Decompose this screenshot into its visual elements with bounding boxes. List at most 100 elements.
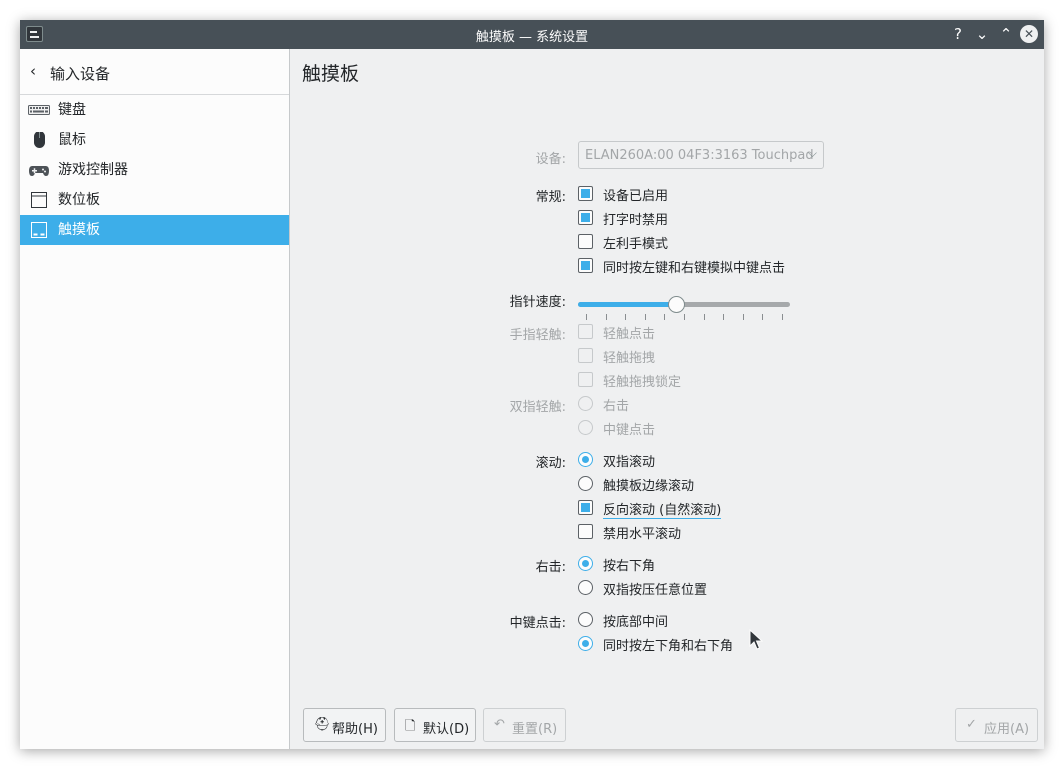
settings-window: 触摸板 — 系统设置 ? ⌄ ⌃ ✕ ‹ 输入设备 键盘 鼠标 游戏控制器 数位… <box>20 20 1044 749</box>
chevron-left-icon[interactable]: ‹ <box>30 62 36 80</box>
device-label: 设备: <box>535 152 566 167</box>
sidebar-item-label: 鼠标 <box>58 132 86 148</box>
sidebar-item-mouse[interactable]: 鼠标 <box>20 125 289 155</box>
reset-button[interactable]: ↶ 重置(R) <box>483 708 566 742</box>
sidebar-item-label: 触摸板 <box>58 222 100 238</box>
radio-circle[interactable] <box>578 476 593 491</box>
defaults-button[interactable]: 🗋 默认(D) <box>394 708 476 742</box>
help-dialog-button[interactable]: ⛑ 帮助(H) <box>303 708 386 742</box>
option-label: 双指按压任意位置 <box>603 583 708 598</box>
slider-handle[interactable] <box>668 296 685 313</box>
page-title: 触摸板 <box>302 63 360 85</box>
undo-icon: ↶ <box>494 717 505 732</box>
checkbox-box <box>578 372 593 387</box>
keyboard-icon <box>28 105 50 115</box>
checkmark-icon: ✓ <box>966 717 977 732</box>
minimize-button[interactable]: ⌄ <box>972 24 992 44</box>
option-label: 左利手模式 <box>603 237 669 252</box>
drawing-tablet-icon <box>31 192 47 208</box>
option-label: 同时按左下角和右下角 <box>603 639 734 654</box>
radio-circle[interactable] <box>578 612 593 627</box>
device-select[interactable]: ELAN260A:00 04F3:3163 Touchpad ⌵ <box>578 141 824 169</box>
sidebar-item-label: 游戏控制器 <box>58 162 128 178</box>
slider-tick <box>586 314 587 320</box>
sidebar-item-tablet[interactable]: 数位板 <box>20 185 289 215</box>
checkbox-box <box>578 348 593 363</box>
checkbox-box[interactable] <box>578 234 593 249</box>
option-label: 触摸板边缘滚动 <box>603 479 695 494</box>
mouse-icon <box>34 132 45 148</box>
button-label: 默认(D) <box>423 722 470 737</box>
button-label: 帮助(H) <box>332 722 378 737</box>
slider-tick <box>645 314 646 320</box>
sidebar: ‹ 输入设备 键盘 鼠标 游戏控制器 数位板 触摸板 <box>20 49 290 749</box>
slider-tick <box>723 314 724 320</box>
mouse-cursor-icon <box>749 629 763 650</box>
sidebar-item-label: 数位板 <box>58 192 100 208</box>
button-label: 应用(A) <box>984 722 1030 737</box>
checkbox-box[interactable] <box>578 210 593 225</box>
radio-circle[interactable] <box>578 556 593 571</box>
sidebar-item-keyboard[interactable]: 键盘 <box>20 95 289 125</box>
right-click-label: 右击: <box>535 560 566 575</box>
sidebar-item-game-controller[interactable]: 游戏控制器 <box>20 155 289 185</box>
finger-tap-label: 手指轻触: <box>509 328 566 343</box>
document-icon: 🗋 <box>405 719 416 734</box>
radio-circle <box>578 396 593 411</box>
sidebar-item-label: 键盘 <box>58 102 86 118</box>
gamepad-icon <box>29 166 49 176</box>
checkbox-box[interactable] <box>578 186 593 201</box>
touchpad-icon <box>31 222 47 238</box>
radio-circle[interactable] <box>578 452 593 467</box>
window-title: 触摸板 — 系统设置 <box>475 30 589 45</box>
touchpad-settings-panel: 触摸板 设备: ELAN260A:00 04F3:3163 Touchpad ⌵… <box>290 49 1044 749</box>
general-label: 常规: <box>535 190 566 205</box>
button-label: 重置(R) <box>512 722 558 737</box>
slider-tick <box>664 314 665 320</box>
option-label: 禁用水平滚动 <box>603 527 682 542</box>
option-label: 轻触拖拽锁定 <box>603 375 682 390</box>
help-icon: ⛑ <box>314 717 331 732</box>
maximize-button[interactable]: ⌃ <box>996 24 1016 44</box>
apply-button[interactable]: ✓ 应用(A) <box>955 708 1038 742</box>
pointer-speed-slider[interactable] <box>578 295 790 320</box>
scrolling-label: 滚动: <box>535 456 566 471</box>
help-button[interactable]: ? <box>948 24 968 44</box>
checkbox-box[interactable] <box>578 258 593 273</box>
option-label: 按右下角 <box>603 559 656 574</box>
checkbox-box[interactable] <box>578 524 593 539</box>
middle-click-label: 中键点击: <box>509 616 566 631</box>
slider-tick <box>606 314 607 320</box>
title-bar[interactable]: 触摸板 — 系统设置 ? ⌄ ⌃ ✕ <box>20 20 1044 49</box>
option-label: 中键点击 <box>603 423 656 438</box>
slider-tick <box>704 314 705 320</box>
slider-tick <box>684 314 685 320</box>
slider-tick <box>743 314 744 320</box>
option-label: 同时按左键和右键模拟中键点击 <box>603 261 786 276</box>
radio-circle <box>578 420 593 435</box>
chevron-down-icon: ⌵ <box>807 146 817 160</box>
option-label: 按底部中间 <box>603 615 669 630</box>
two-finger-tap-label: 双指轻触: <box>509 400 566 415</box>
slider-tick <box>762 314 763 320</box>
option-label: 轻触拖拽 <box>603 351 656 366</box>
sidebar-title: 输入设备 <box>50 65 111 83</box>
checkbox-box <box>578 324 593 339</box>
device-select-value: ELAN260A:00 04F3:3163 Touchpad <box>585 148 814 163</box>
option-label: 设备已启用 <box>603 189 669 204</box>
option-label: 双指滚动 <box>603 455 656 470</box>
option-label: 右击 <box>603 399 630 414</box>
slider-tick <box>782 314 783 320</box>
checkbox-box[interactable] <box>578 500 593 515</box>
sidebar-item-touchpad[interactable]: 触摸板 <box>20 215 289 245</box>
slider-fill <box>578 302 680 307</box>
close-button[interactable]: ✕ <box>1020 25 1038 43</box>
option-label: 打字时禁用 <box>603 213 669 228</box>
radio-circle[interactable] <box>578 636 593 651</box>
option-label: 轻触点击 <box>603 327 656 342</box>
option-label: 反向滚动 (自然滚动) <box>603 499 722 519</box>
pointer-speed-label: 指针速度: <box>509 295 566 310</box>
slider-tick <box>625 314 626 320</box>
sidebar-header[interactable]: ‹ 输入设备 <box>20 49 289 95</box>
radio-circle[interactable] <box>578 580 593 595</box>
